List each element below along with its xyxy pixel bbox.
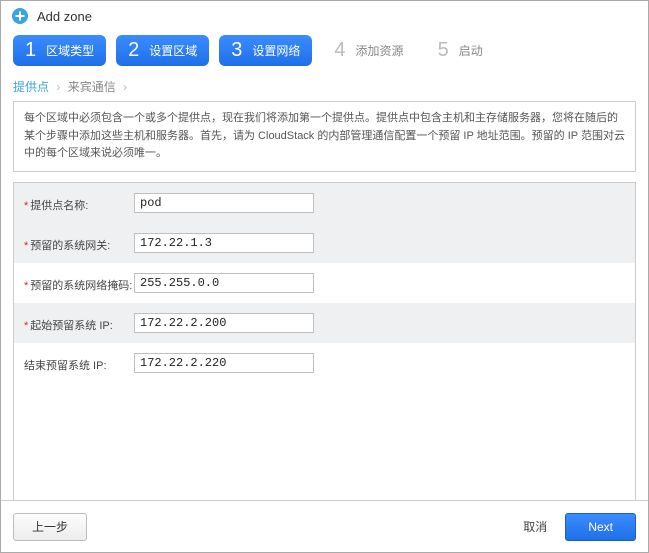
- label-reserved-netmask: *预留的系统网络掩码:: [24, 273, 134, 293]
- crumb-guest[interactable]: 来宾通信: [68, 80, 116, 94]
- step-label: 添加资源: [356, 42, 404, 59]
- step-1[interactable]: 1 区域类型: [13, 35, 106, 66]
- end-ip-input[interactable]: [134, 353, 314, 373]
- field-pod-name: [134, 193, 314, 213]
- breadcrumb: 提供点 › 来宾通信 ›: [1, 74, 648, 101]
- chevron-right-icon: ›: [56, 80, 60, 94]
- field-end-ip: [134, 353, 314, 373]
- step-label: 设置网络: [252, 42, 300, 59]
- prev-button[interactable]: 上一步: [13, 513, 87, 541]
- step-5: 5 启动: [426, 35, 495, 66]
- step-3[interactable]: 3 设置网络: [219, 35, 312, 66]
- label-reserved-gateway: *预留的系统网关:: [24, 233, 134, 253]
- row-reserved-netmask: *预留的系统网络掩码:: [14, 263, 635, 303]
- next-button[interactable]: Next: [565, 513, 636, 541]
- step-num: 3: [231, 39, 242, 62]
- add-icon: [11, 7, 29, 25]
- row-end-ip: 结束预留系统 IP:: [14, 343, 635, 383]
- step-label: 区域类型: [46, 42, 94, 59]
- wizard-header: Add zone: [1, 1, 648, 29]
- cancel-button[interactable]: 取消: [523, 518, 547, 535]
- label-pod-name: *提供点名称:: [24, 193, 134, 213]
- field-reserved-netmask: [134, 273, 314, 293]
- step-label: 启动: [459, 42, 483, 59]
- start-ip-input[interactable]: [134, 313, 314, 333]
- pod-name-input[interactable]: [134, 193, 314, 213]
- label-end-ip: 结束预留系统 IP:: [24, 353, 134, 373]
- row-pod-name: *提供点名称:: [14, 183, 635, 223]
- field-reserved-gateway: [134, 233, 314, 253]
- step-num: 5: [438, 39, 449, 62]
- step-2[interactable]: 2 设置区域: [116, 35, 209, 66]
- label-start-ip: *起始预留系统 IP:: [24, 313, 134, 333]
- reserved-gateway-input[interactable]: [134, 233, 314, 253]
- step-4: 4 添加资源: [322, 35, 415, 66]
- chevron-right-icon: ›: [123, 80, 127, 94]
- pod-form: *提供点名称: *预留的系统网关: *预留的系统网络掩码: *起始预留系统 IP…: [13, 182, 636, 522]
- row-start-ip: *起始预留系统 IP:: [14, 303, 635, 343]
- steps-bar: 1 区域类型 2 设置区域 3 设置网络 4 添加资源 5 启动: [1, 29, 648, 74]
- wizard-footer: 上一步 取消 Next: [1, 500, 648, 552]
- crumb-pod[interactable]: 提供点: [13, 80, 49, 94]
- wizard-title: Add zone: [37, 9, 92, 24]
- step-num: 2: [128, 39, 139, 62]
- step-label: 设置区域: [149, 42, 197, 59]
- reserved-netmask-input[interactable]: [134, 273, 314, 293]
- step-num: 1: [25, 39, 36, 62]
- field-start-ip: [134, 313, 314, 333]
- description-box: 每个区域中必须包含一个或多个提供点，现在我们将添加第一个提供点。提供点中包含主机…: [13, 101, 636, 172]
- step-num: 4: [334, 39, 345, 62]
- add-zone-wizard: Add zone 1 区域类型 2 设置区域 3 设置网络 4 添加资源 5 启…: [0, 0, 649, 553]
- row-reserved-gateway: *预留的系统网关:: [14, 223, 635, 263]
